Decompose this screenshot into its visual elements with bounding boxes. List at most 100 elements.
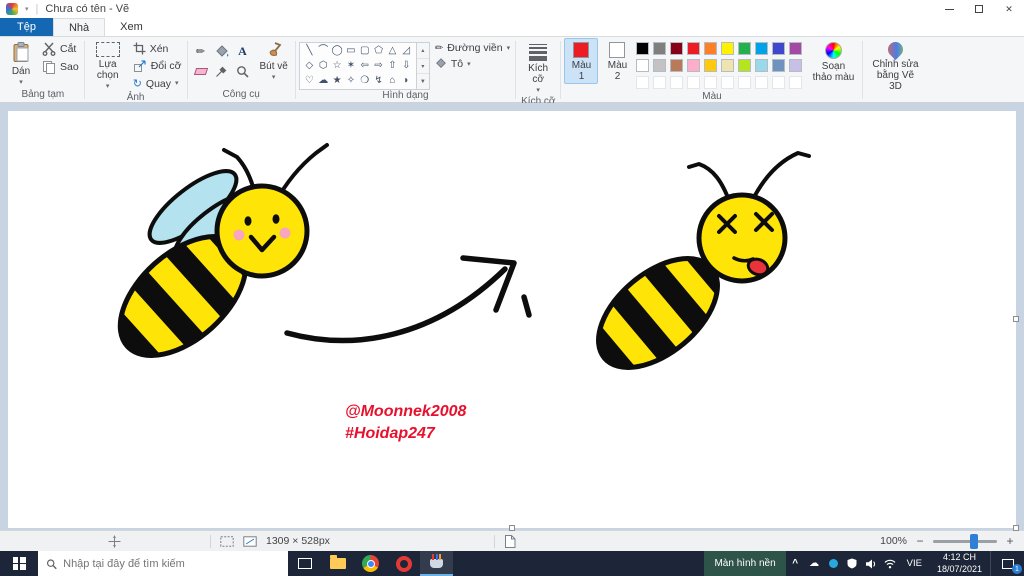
- shape-tool[interactable]: △: [386, 44, 399, 58]
- shapes-more-icon[interactable]: ▼: [416, 73, 429, 89]
- cut-button[interactable]: Cắt: [40, 42, 81, 56]
- color-swatch[interactable]: [738, 59, 752, 72]
- color-swatch-empty[interactable]: [755, 76, 769, 89]
- shape-tool[interactable]: ★: [331, 74, 344, 88]
- tray-network-icon[interactable]: [881, 551, 900, 576]
- shape-tool[interactable]: ☆: [331, 59, 344, 73]
- taskbar-search[interactable]: [38, 551, 288, 576]
- resize-button[interactable]: Đổi cỡ: [131, 59, 184, 73]
- taskbar-app-paint[interactable]: [420, 551, 453, 576]
- shape-tool[interactable]: ╲: [303, 44, 316, 58]
- canvas-resize-handle-bottom[interactable]: [509, 525, 515, 531]
- fill-button[interactable]: Tô ▾: [433, 58, 512, 70]
- shape-tool[interactable]: ◿: [400, 44, 413, 58]
- shape-tool[interactable]: ↯: [372, 74, 385, 88]
- scroll-up-icon[interactable]: ▴: [417, 43, 429, 58]
- language-indicator[interactable]: VIE: [900, 551, 929, 576]
- shape-tool[interactable]: ❍: [358, 74, 371, 88]
- shape-tool[interactable]: ▢: [358, 44, 371, 58]
- edit-colors-button[interactable]: Soạn thảo màu: [807, 38, 859, 85]
- crop-button[interactable]: Xén: [131, 42, 184, 55]
- color-swatch[interactable]: [789, 42, 803, 55]
- close-button[interactable]: ✕: [994, 0, 1024, 18]
- color-swatch[interactable]: [687, 59, 701, 72]
- taskbar-app-files[interactable]: [321, 551, 354, 576]
- color-swatch[interactable]: [772, 42, 786, 55]
- taskbar-app-browser[interactable]: [387, 551, 420, 576]
- color-swatch-empty[interactable]: [789, 76, 803, 89]
- shape-tool[interactable]: ✧: [344, 74, 357, 88]
- zoom-out-button[interactable]: −: [914, 534, 926, 548]
- drawing-canvas[interactable]: @Moonnek2008 #Hoidap247: [8, 111, 1016, 528]
- color-swatch[interactable]: [755, 59, 769, 72]
- desktop-toolbar[interactable]: Màn hình nền: [704, 551, 786, 576]
- copy-button[interactable]: Sao: [40, 60, 81, 74]
- eraser-tool-button[interactable]: [191, 62, 211, 81]
- tray-chevron-up-icon[interactable]: ^: [786, 551, 805, 576]
- color-swatch[interactable]: [687, 42, 701, 55]
- canvas-resize-handle-right[interactable]: [1013, 316, 1019, 322]
- color-swatch[interactable]: [772, 59, 786, 72]
- rotate-button[interactable]: ↻ Quay ▾: [131, 77, 184, 91]
- magnifier-tool-button[interactable]: [233, 62, 253, 81]
- shape-tool[interactable]: ⇧: [386, 59, 399, 73]
- zoom-slider-thumb[interactable]: [970, 533, 979, 549]
- scroll-down-icon[interactable]: ▾: [416, 57, 429, 74]
- shape-tool[interactable]: ⌂: [386, 74, 399, 88]
- text-tool-button[interactable]: A: [233, 42, 253, 61]
- color-swatch[interactable]: [721, 59, 735, 72]
- paint3d-button[interactable]: Chỉnh sửa bằng Vẽ 3D: [866, 38, 924, 94]
- color-swatch[interactable]: [653, 59, 667, 72]
- color-swatch[interactable]: [670, 59, 684, 72]
- color-swatch[interactable]: [704, 42, 718, 55]
- color2-button[interactable]: Màu 2: [601, 38, 633, 84]
- shape-tool[interactable]: ⬡: [317, 59, 330, 73]
- start-button[interactable]: [0, 551, 38, 576]
- color-swatch[interactable]: [704, 59, 718, 72]
- color-swatch[interactable]: [636, 59, 650, 72]
- color1-button[interactable]: Màu 1: [564, 38, 599, 84]
- color-swatch-empty[interactable]: [687, 76, 701, 89]
- brushes-button[interactable]: Bút vẽ ▾: [256, 38, 292, 83]
- minimize-button[interactable]: [934, 0, 964, 18]
- zoom-slider[interactable]: [933, 533, 997, 549]
- color-swatch-empty[interactable]: [772, 76, 786, 89]
- color-swatch[interactable]: [653, 42, 667, 55]
- tray-volume-icon[interactable]: [862, 551, 881, 576]
- tray-cloud-icon[interactable]: ☁: [805, 551, 824, 576]
- zoom-in-button[interactable]: +: [1004, 534, 1016, 548]
- tray-shield-icon[interactable]: [843, 551, 862, 576]
- shape-tool[interactable]: ▭: [344, 44, 357, 58]
- color-swatch-empty[interactable]: [636, 76, 650, 89]
- outline-button[interactable]: ✏ Đường viền ▾: [433, 42, 512, 54]
- color-swatch-empty[interactable]: [721, 76, 735, 89]
- pencil-tool-button[interactable]: ✏: [191, 42, 211, 61]
- color-picker-tool-button[interactable]: [212, 62, 232, 81]
- restore-button[interactable]: [964, 0, 994, 18]
- shape-tool[interactable]: ◗: [400, 74, 413, 88]
- color-swatch[interactable]: [738, 42, 752, 55]
- tab-home[interactable]: Nhà: [52, 18, 106, 36]
- shape-tool[interactable]: ☁: [317, 74, 330, 88]
- shape-tool[interactable]: ⇦: [358, 59, 371, 73]
- color-swatch-empty[interactable]: [670, 76, 684, 89]
- taskbar-clock[interactable]: 4:12 CH 18/07/2021: [929, 551, 990, 576]
- color-swatch-empty[interactable]: [704, 76, 718, 89]
- tab-file[interactable]: Tệp: [0, 18, 53, 36]
- paste-button[interactable]: Dán ▾: [5, 38, 37, 88]
- search-input[interactable]: [63, 557, 280, 570]
- shape-tool[interactable]: ⌒: [317, 44, 330, 58]
- shape-tool[interactable]: ✶: [344, 59, 357, 73]
- color-swatch[interactable]: [789, 59, 803, 72]
- tray-app-icon[interactable]: [824, 551, 843, 576]
- size-button[interactable]: Kích cỡ ▾: [519, 38, 557, 96]
- action-center-button[interactable]: 1: [990, 551, 1024, 576]
- shape-tool[interactable]: ♡: [303, 74, 316, 88]
- shape-tool[interactable]: ⇨: [372, 59, 385, 73]
- shape-tool[interactable]: ◯: [331, 44, 344, 58]
- fill-tool-button[interactable]: [212, 42, 232, 61]
- qat-caret-icon[interactable]: ▾: [25, 5, 29, 13]
- color-swatch[interactable]: [721, 42, 735, 55]
- shapes-scrollbar[interactable]: ▴ ▾ ▼: [416, 42, 430, 90]
- select-button[interactable]: Lựa chọn ▾: [88, 38, 128, 92]
